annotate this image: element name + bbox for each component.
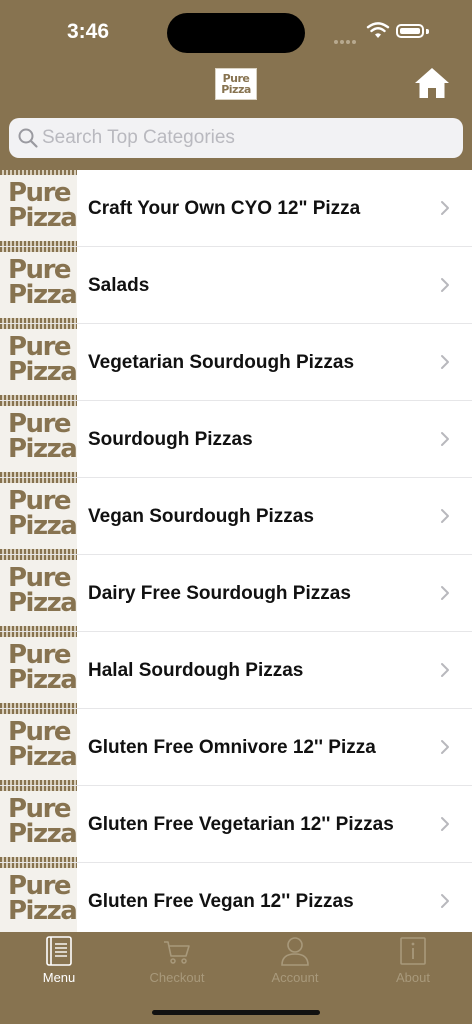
thumbnail-line-2: Pizza (8, 819, 77, 849)
person-icon (281, 937, 309, 966)
category-label: Dairy Free Sourdough Pizzas (88, 583, 351, 604)
thumbnail-logo-text: Pure Pizza (8, 411, 77, 464)
category-thumbnail: Pure Pizza (0, 786, 77, 862)
category-label: Gluten Free Vegetarian 12'' Pizzas (88, 814, 394, 835)
chevron-right-icon (441, 817, 449, 831)
category-row[interactable]: Pure Pizza Sourdough Pizzas (0, 401, 472, 478)
category-row[interactable]: Pure Pizza Salads (0, 247, 472, 324)
category-label: Craft Your Own CYO 12" Pizza (88, 198, 361, 219)
category-label: Gluten Free Omnivore 12'' Pizza (88, 737, 376, 758)
category-label: Vegetarian Sourdough Pizzas (88, 352, 355, 373)
tab-about-label: About (396, 970, 430, 985)
tab-menu[interactable]: Menu (0, 932, 118, 992)
chevron-right-icon (441, 740, 449, 754)
category-row[interactable]: Pure Pizza Halal Sourdough Pizzas (0, 632, 472, 709)
home-icon (415, 68, 449, 98)
tab-checkout-label: Checkout (149, 970, 205, 985)
signal-icon (334, 31, 358, 49)
category-label: Halal Sourdough Pizzas (88, 660, 304, 681)
thumbnail-logo-text: Pure Pizza (8, 796, 77, 849)
thumbnail-line-2: Pizza (8, 588, 77, 618)
tab-menu-label: Menu (42, 970, 76, 985)
home-button[interactable] (414, 66, 450, 100)
category-thumbnail: Pure Pizza (0, 324, 77, 400)
chevron-right-icon (441, 663, 449, 677)
thumbnail-logo-text: Pure Pizza (8, 334, 77, 387)
category-thumbnail: Pure Pizza (0, 247, 77, 323)
menu-book-icon (46, 936, 72, 966)
category-label: Sourdough Pizzas (88, 429, 253, 450)
category-row[interactable]: Pure Pizza Dairy Free Sourdough Pizzas (0, 555, 472, 632)
search-icon (18, 128, 38, 148)
chevron-right-icon (441, 355, 449, 369)
category-row[interactable]: Pure Pizza Craft Your Own CYO 12" Pizza (0, 170, 472, 247)
thumbnail-logo-text: Pure Pizza (8, 642, 77, 695)
dynamic-island (167, 13, 305, 53)
thumbnail-line-2: Pizza (8, 280, 77, 310)
category-thumbnail: Pure Pizza (0, 555, 77, 631)
info-icon (400, 937, 426, 965)
category-thumbnail: Pure Pizza (0, 709, 77, 785)
category-label: Vegan Sourdough Pizzas (88, 506, 314, 527)
thumbnail-logo-text: Pure Pizza (8, 180, 77, 233)
category-label: Salads (88, 275, 150, 296)
chevron-right-icon (441, 509, 449, 523)
thumbnail-line-2: Pizza (8, 357, 77, 387)
app-header: 3:46 Pure Pizza (0, 0, 472, 170)
thumbnail-logo-text: Pure Pizza (8, 873, 77, 926)
tab-account[interactable]: Account (236, 932, 354, 992)
category-row[interactable]: Pure Pizza Gluten Free Omnivore 12'' Pizza (0, 709, 472, 786)
search-input[interactable] (42, 118, 452, 158)
category-row[interactable]: Pure Pizza Vegan Sourdough Pizzas (0, 478, 472, 555)
category-row[interactable]: Pure Pizza Gluten Free Vegetarian 12'' Piz… (0, 786, 472, 863)
thumbnail-logo-text: Pure Pizza (8, 488, 77, 541)
logo-text-bottom: Pizza (221, 83, 251, 96)
brand-logo: Pure Pizza (215, 68, 257, 100)
thumbnail-line-2: Pizza (8, 742, 77, 772)
category-thumbnail: Pure Pizza (0, 863, 77, 932)
thumbnail-line-2: Pizza (8, 434, 77, 464)
tab-about[interactable]: About (354, 932, 472, 992)
battery-icon (396, 24, 424, 38)
search-bar[interactable] (9, 118, 463, 158)
chevron-right-icon (441, 586, 449, 600)
category-row[interactable]: Pure Pizza Gluten Free Vegan 12'' Pizzas (0, 863, 472, 932)
tab-checkout[interactable]: Checkout (118, 932, 236, 992)
home-indicator[interactable] (152, 1010, 320, 1015)
category-label: Gluten Free Vegan 12'' Pizzas (88, 891, 354, 912)
chevron-right-icon (441, 432, 449, 446)
thumbnail-line-2: Pizza (8, 511, 77, 541)
thumbnail-logo-text: Pure Pizza (8, 719, 77, 772)
thumbnail-line-2: Pizza (8, 896, 77, 926)
thumbnail-line-2: Pizza (8, 203, 77, 233)
thumbnail-logo-text: Pure Pizza (8, 565, 77, 618)
chevron-right-icon (441, 894, 449, 908)
category-thumbnail: Pure Pizza (0, 478, 77, 554)
tab-account-label: Account (271, 970, 319, 985)
status-time: 3:46 (67, 20, 110, 43)
chevron-right-icon (441, 201, 449, 215)
category-thumbnail: Pure Pizza (0, 632, 77, 708)
category-row[interactable]: Pure Pizza Vegetarian Sourdough Pizzas (0, 324, 472, 401)
category-thumbnail: Pure Pizza (0, 170, 77, 246)
category-list: Pure Pizza Craft Your Own CYO 12" Pizza Pur… (0, 170, 472, 932)
thumbnail-logo-text: Pure Pizza (8, 257, 77, 310)
chevron-right-icon (441, 278, 449, 292)
status-indicators (334, 22, 432, 44)
wifi-icon (366, 22, 390, 38)
category-thumbnail: Pure Pizza (0, 401, 77, 477)
cart-icon (164, 941, 190, 964)
thumbnail-line-2: Pizza (8, 665, 77, 695)
